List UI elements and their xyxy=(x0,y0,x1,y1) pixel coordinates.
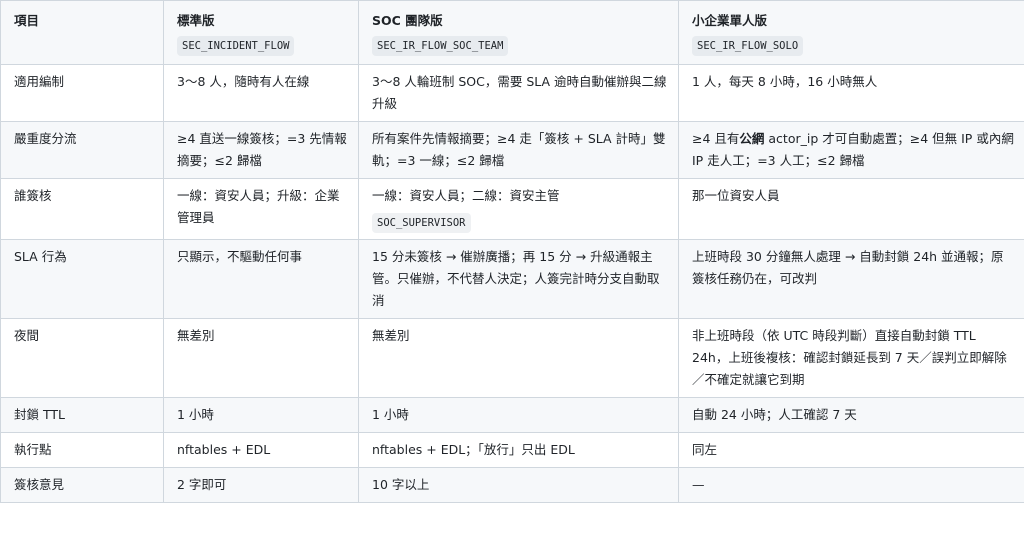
header-solo: 小企業單人版 SEC_IR_FLOW_SOLO xyxy=(678,0,1024,65)
row-standard: 1 小時 xyxy=(163,397,359,433)
row-soc: 1 小時 xyxy=(358,397,679,433)
row-standard: 只顯示，不驅動任何事 xyxy=(163,239,359,319)
table-row: 簽核意見 2 字即可 10 字以上 — xyxy=(0,467,1024,503)
header-standard-code: SEC_INCIDENT_FLOW xyxy=(177,36,295,56)
row-solo: ≥4 且有公網 actor_ip 才可自動處置；≥4 但無 IP 或內網 IP … xyxy=(678,121,1024,179)
header-soc: SOC 團隊版 SEC_IR_FLOW_SOC_TEAM xyxy=(358,0,679,65)
row-standard: 2 字即可 xyxy=(163,467,359,503)
table-header: 項目 標準版 SEC_INCIDENT_FLOW SOC 團隊版 SEC_IR_… xyxy=(0,0,1024,65)
row-standard: ≥4 直送一線簽核；=3 先情報摘要；≤2 歸檔 xyxy=(163,121,359,179)
row-item: 嚴重度分流 xyxy=(0,121,164,179)
header-soc-code: SEC_IR_FLOW_SOC_TEAM xyxy=(372,36,509,56)
row-standard: 無差別 xyxy=(163,318,359,398)
row-item: 簽核意見 xyxy=(0,467,164,503)
row-solo: 非上班時段（依 UTC 時段判斷）直接自動封鎖 TTL 24h，上班後複核：確認… xyxy=(678,318,1024,398)
row-soc: 一線：資安人員；二線：資安主管 SOC_SUPERVISOR xyxy=(358,178,679,240)
table-row: 執行點 nftables + EDL nftables + EDL；「放行」只出… xyxy=(0,432,1024,468)
header-row: 項目 標準版 SEC_INCIDENT_FLOW SOC 團隊版 SEC_IR_… xyxy=(0,0,1024,65)
table-row: 嚴重度分流 ≥4 直送一線簽核；=3 先情報摘要；≤2 歸檔 所有案件先情報摘要… xyxy=(0,121,1024,179)
row-solo: 同左 xyxy=(678,432,1024,468)
supervisor-code: SOC_SUPERVISOR xyxy=(372,213,471,233)
table-row: SLA 行為 只顯示，不驅動任何事 15 分未簽核 → 催辦廣播；再 15 分 … xyxy=(0,239,1024,319)
comparison-table: 項目 標準版 SEC_INCIDENT_FLOW SOC 團隊版 SEC_IR_… xyxy=(0,0,1024,503)
header-solo-code: SEC_IR_FLOW_SOLO xyxy=(692,36,804,56)
row-solo: 那一位資安人員 xyxy=(678,178,1024,240)
header-standard-title: 標準版 xyxy=(177,13,215,28)
row-item: 封鎖 TTL xyxy=(0,397,164,433)
table-row: 封鎖 TTL 1 小時 1 小時 自動 24 小時；人工確認 7 天 xyxy=(0,397,1024,433)
row-standard: 3～8 人，隨時有人在線 xyxy=(163,64,359,122)
row-solo: 自動 24 小時；人工確認 7 天 xyxy=(678,397,1024,433)
header-item: 項目 xyxy=(0,0,164,65)
row-soc: 3～8 人輪班制 SOC，需要 SLA 逾時自動催辦與二線升級 xyxy=(358,64,679,122)
row-item: SLA 行為 xyxy=(0,239,164,319)
row-soc: 15 分未簽核 → 催辦廣播；再 15 分 → 升級通報主管。只催辦，不代替人決… xyxy=(358,239,679,319)
row-soc: 所有案件先情報摘要；≥4 走「簽核 + SLA 計時」雙軌；=3 一線；≤2 歸… xyxy=(358,121,679,179)
row-standard: nftables + EDL xyxy=(163,432,359,468)
row-soc: 10 字以上 xyxy=(358,467,679,503)
row-solo: 1 人，每天 8 小時，16 小時無人 xyxy=(678,64,1024,122)
table-row: 適用編制 3～8 人，隨時有人在線 3～8 人輪班制 SOC，需要 SLA 逾時… xyxy=(0,64,1024,122)
header-standard: 標準版 SEC_INCIDENT_FLOW xyxy=(163,0,359,65)
row-soc: 無差別 xyxy=(358,318,679,398)
table-row: 夜間 無差別 無差別 非上班時段（依 UTC 時段判斷）直接自動封鎖 TTL 2… xyxy=(0,318,1024,398)
row-solo: 上班時段 30 分鐘無人處理 → 自動封鎖 24h 並通報；原簽核任務仍在，可改… xyxy=(678,239,1024,319)
header-soc-title: SOC 團隊版 xyxy=(372,13,443,28)
emphasis-public-network: 公網 xyxy=(739,131,765,146)
row-soc: nftables + EDL；「放行」只出 EDL xyxy=(358,432,679,468)
table-body: 適用編制 3～8 人，隨時有人在線 3～8 人輪班制 SOC，需要 SLA 逾時… xyxy=(0,64,1024,503)
table-row: 誰簽核 一線：資安人員；升級：企業管理員 一線：資安人員；二線：資安主管 SOC… xyxy=(0,178,1024,240)
row-solo: — xyxy=(678,467,1024,503)
header-solo-title: 小企業單人版 xyxy=(692,13,768,28)
row-item: 誰簽核 xyxy=(0,178,164,240)
row-item: 適用編制 xyxy=(0,64,164,122)
row-item: 夜間 xyxy=(0,318,164,398)
row-item: 執行點 xyxy=(0,432,164,468)
row-standard: 一線：資安人員；升級：企業管理員 xyxy=(163,178,359,240)
